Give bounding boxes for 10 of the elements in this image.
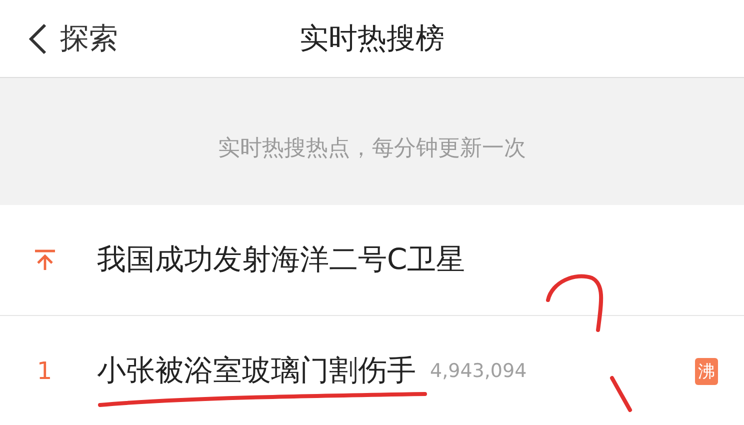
back-button[interactable]: 探索 [28, 18, 118, 58]
rank-number: 1 [36, 357, 52, 385]
topic-title[interactable]: 小张被浴室玻璃门割伤手 [97, 351, 416, 391]
topic-title[interactable]: 我国成功发射海洋二号C卫星 [97, 240, 466, 280]
page-title: 实时热搜榜 [300, 20, 444, 56]
search-count: 4,943,094 [430, 360, 527, 382]
hot-badge: 沸 [695, 358, 718, 384]
notice-text: 实时热搜热点，每分钟更新一次 [218, 134, 526, 162]
back-icon [28, 22, 48, 54]
pin-top-icon [34, 249, 56, 271]
